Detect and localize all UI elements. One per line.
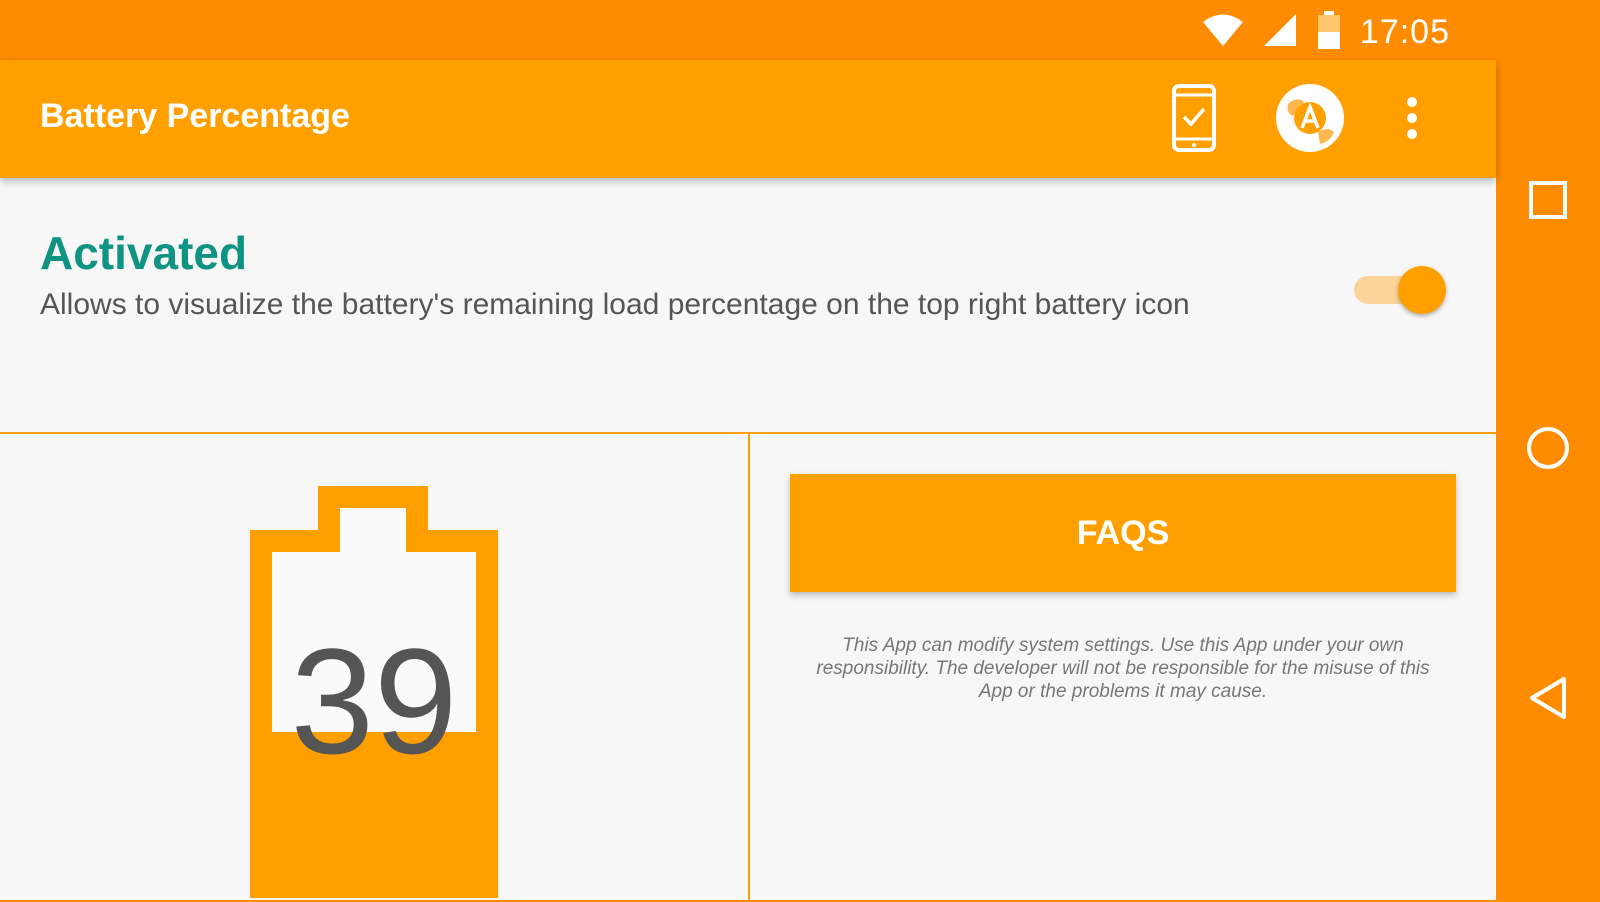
faqs-button[interactable]: FAQS bbox=[790, 474, 1456, 592]
status-icons: 17:05 bbox=[1202, 10, 1450, 54]
battery-level-text: 39 bbox=[290, 617, 458, 785]
toggle-thumb bbox=[1398, 266, 1446, 314]
status-time: 17:05 bbox=[1359, 12, 1450, 51]
navigation-bar bbox=[1496, 0, 1600, 900]
cell-signal-icon bbox=[1262, 12, 1298, 52]
back-icon bbox=[1527, 675, 1569, 725]
activation-toggle[interactable] bbox=[1352, 262, 1448, 314]
home-button[interactable] bbox=[1518, 420, 1578, 480]
back-button[interactable] bbox=[1518, 670, 1578, 730]
battery-panel: 39 bbox=[0, 434, 750, 900]
app-title: Battery Percentage bbox=[40, 97, 350, 135]
battery-status-icon bbox=[1316, 10, 1342, 54]
app-bar: Battery Percentage bbox=[0, 60, 1496, 178]
status-bar: 17:05 bbox=[0, 0, 1600, 60]
home-icon bbox=[1525, 425, 1571, 475]
recent-apps-button[interactable] bbox=[1518, 172, 1578, 232]
disclaimer-text: This App can modify system settings. Use… bbox=[816, 635, 1430, 702]
app-window: Battery Percentage Activated Allows to v… bbox=[0, 60, 1496, 900]
activation-title: Activated bbox=[40, 227, 248, 279]
overflow-menu-icon bbox=[1406, 96, 1418, 144]
phone-check-button[interactable] bbox=[1156, 82, 1232, 158]
activation-description: Allows to visualize the battery's remain… bbox=[40, 288, 1190, 321]
battery-graphic: 39 bbox=[250, 486, 498, 898]
info-panel: FAQS This App can modify system settings… bbox=[750, 434, 1496, 900]
recent-apps-icon bbox=[1528, 180, 1568, 224]
activation-row: Activated Allows to visualize the batter… bbox=[0, 178, 1496, 434]
language-button[interactable] bbox=[1272, 82, 1348, 158]
overflow-menu-button[interactable] bbox=[1374, 82, 1450, 158]
wifi-icon bbox=[1202, 13, 1244, 51]
globe-translate-icon bbox=[1274, 82, 1346, 158]
phone-check-icon bbox=[1171, 83, 1217, 157]
